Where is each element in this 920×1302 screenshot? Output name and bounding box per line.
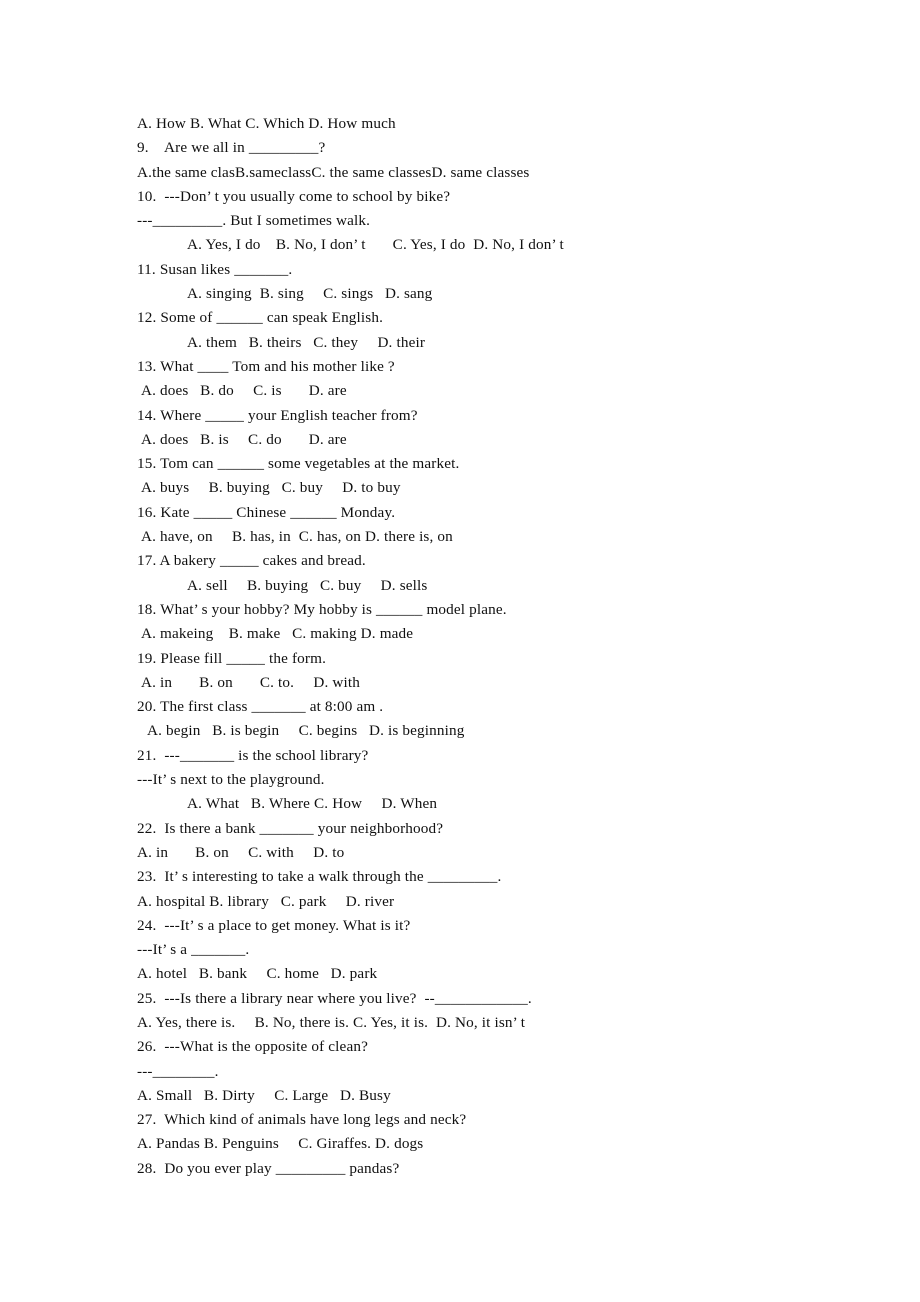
text-line: A. in B. on C. with D. to bbox=[137, 843, 345, 861]
text-line: A. Small B. Dirty C. Large D. Busy bbox=[137, 1086, 391, 1104]
text-line: A. makeing B. make C. making D. made bbox=[141, 625, 414, 643]
text-line: 10. ---Don’ t you usually come to school… bbox=[137, 187, 451, 205]
text-line: A.the same clasB.sameclassC. the same cl… bbox=[137, 163, 530, 181]
text-line: A. How B. What C. Which D. How much bbox=[137, 115, 396, 132]
text-line: 12. Some of ______ can speak English. bbox=[137, 309, 384, 327]
text-line: A. have, on B. has, in C. has, on D. the… bbox=[141, 528, 453, 546]
text-line: ---It’ s a _______. bbox=[137, 941, 250, 959]
text-line: 27. Which kind of animals have long legs… bbox=[137, 1111, 467, 1129]
text-line: 20. The first class _______ at 8:00 am . bbox=[137, 698, 384, 716]
document-text-body: A. How B. What C. Which D. How much 9. Ar… bbox=[137, 112, 837, 1181]
text-line: A. Yes, there is. B. No, there is. C. Ye… bbox=[137, 1013, 526, 1031]
text-line: 28. Do you ever play _________ pandas? bbox=[137, 1159, 400, 1177]
text-line: 11. Susan likes _______. bbox=[137, 260, 293, 278]
text-line: A. sell B. buying C. buy D. sells bbox=[187, 576, 428, 594]
text-line: 16. Kate _____ Chinese ______ Monday. bbox=[137, 503, 396, 521]
text-line: A. begin B. is begin C. begins D. is beg… bbox=[147, 722, 465, 740]
text-line: A. does B. is C. do D. are bbox=[141, 430, 347, 448]
text-line: ---_________. But I sometimes walk. bbox=[137, 212, 371, 230]
text-line: 21. ---_______ is the school library? bbox=[137, 746, 369, 764]
text-line: 13. What ____ Tom and his mother like ? bbox=[137, 357, 395, 375]
text-line: 14. Where _____ your English teacher fro… bbox=[137, 406, 418, 424]
text-line: A. What B. Where C. How D. When bbox=[187, 795, 438, 813]
text-line: 23. It’ s interesting to take a walk thr… bbox=[137, 868, 502, 886]
text-line: ---It’ s next to the playground. bbox=[137, 771, 325, 789]
text-line: A. Yes, I do B. No, I don’ t C. Yes, I d… bbox=[187, 236, 564, 254]
text-line: A. in B. on C. to. D. with bbox=[141, 673, 361, 691]
text-line: 25. ---Is there a library near where you… bbox=[137, 989, 532, 1007]
text-line: 19. Please fill _____ the form. bbox=[137, 649, 327, 667]
text-line: A. buys B. buying C. buy D. to buy bbox=[141, 479, 401, 497]
text-line: A. Pandas B. Penguins C. Giraffes. D. do… bbox=[137, 1135, 424, 1153]
text-line: 15. Tom can ______ some vegetables at th… bbox=[137, 455, 460, 473]
text-line: ---________. bbox=[137, 1062, 219, 1080]
text-line: A. does B. do C. is D. are bbox=[141, 382, 347, 400]
text-line: 18. What’ s your hobby? My hobby is ____… bbox=[137, 600, 507, 618]
text-line: 24. ---It’ s a place to get money. What … bbox=[137, 916, 411, 934]
text-line: 26. ---What is the opposite of clean? bbox=[137, 1038, 368, 1056]
text-line: 9. Are we all in _________? bbox=[137, 139, 326, 157]
text-line: A. hotel B. bank C. home D. park bbox=[137, 965, 378, 983]
text-line: A. hospital B. library C. park D. river bbox=[137, 892, 395, 910]
text-line: A. them B. theirs C. they D. their bbox=[187, 333, 426, 351]
text-line: 17. A bakery _____ cakes and bread. bbox=[137, 552, 366, 570]
text-line: A. singing B. sing C. sings D. sang bbox=[187, 285, 433, 303]
text-line: 22. Is there a bank _______ your neighbo… bbox=[137, 819, 444, 837]
document-page: A. How B. What C. Which D. How much 9. Ar… bbox=[0, 0, 920, 1302]
